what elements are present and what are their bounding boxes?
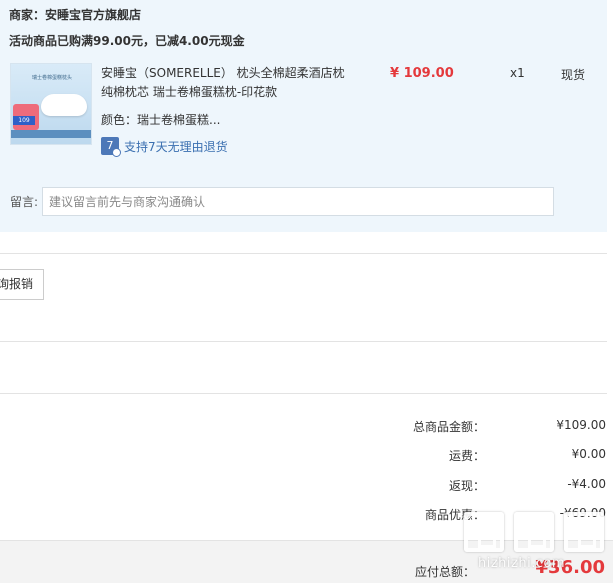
- store-section: 商家：安睡宝官方旗舰店 活动商品已购满99.00元，已减4.00元现金 瑞士卷棉…: [0, 0, 607, 232]
- divider: [0, 341, 607, 342]
- summary-row-discount: 商品优惠： -¥69.00: [0, 506, 613, 526]
- thumbnail-footer: [11, 130, 91, 138]
- summary-label: 返现：: [448, 479, 485, 493]
- summary-value: ¥109.00: [556, 418, 606, 432]
- message-input[interactable]: [42, 187, 554, 216]
- product-price: ¥ 109.00: [390, 66, 454, 81]
- summary-row-cashback: 返现： -¥4.00: [0, 477, 613, 497]
- thumbnail-price: 109: [13, 116, 35, 125]
- summary-row-total: 总商品金额： ¥109.00: [0, 418, 613, 438]
- summary-value: -¥4.00: [567, 477, 606, 491]
- product-title[interactable]: 安睡宝（SOMERELLE） 枕头全棉超柔酒店枕纯棉枕芯 瑞士卷棉蛋糕枕-印花款: [101, 64, 351, 102]
- product-thumbnail[interactable]: 瑞士卷棉蛋糕枕头 109: [10, 63, 92, 145]
- summary-value: -¥69.00: [559, 506, 606, 520]
- pillow-image: [41, 94, 87, 116]
- summary-row-shipping: 运费： ¥0.00: [0, 447, 613, 467]
- summary-value: ¥0.00: [571, 447, 606, 461]
- divider: [0, 253, 607, 254]
- summary-label: 商品优惠：: [424, 508, 485, 522]
- store-name[interactable]: 商家：安睡宝官方旗舰店: [9, 6, 141, 23]
- seven-day-return-icon: 7: [101, 137, 121, 157]
- payable-amount: ¥36.00: [535, 557, 605, 578]
- product-color: 颜色：瑞士卷棉蛋糕...: [101, 113, 221, 127]
- message-label: 留言:: [10, 195, 39, 209]
- return-policy-text: 支持7天无理由退货: [124, 139, 228, 154]
- promo-text: 活动商品已购满99.00元，已减4.00元现金: [9, 34, 245, 48]
- payable-bar: 应付总额： ¥36.00: [0, 540, 613, 583]
- return-policy[interactable]: 7 支持7天无理由退货: [101, 137, 228, 157]
- invoice-button[interactable]: 询报销: [0, 269, 44, 300]
- summary-label: 总商品金额：: [412, 420, 485, 434]
- thumbnail-caption: 瑞士卷棉蛋糕枕头: [31, 75, 72, 81]
- payable-label: 应付总额：: [414, 565, 475, 579]
- divider: [0, 393, 607, 394]
- stock-status: 现货: [561, 68, 586, 82]
- summary-label: 运费：: [448, 449, 485, 463]
- product-quantity: x1: [510, 66, 525, 80]
